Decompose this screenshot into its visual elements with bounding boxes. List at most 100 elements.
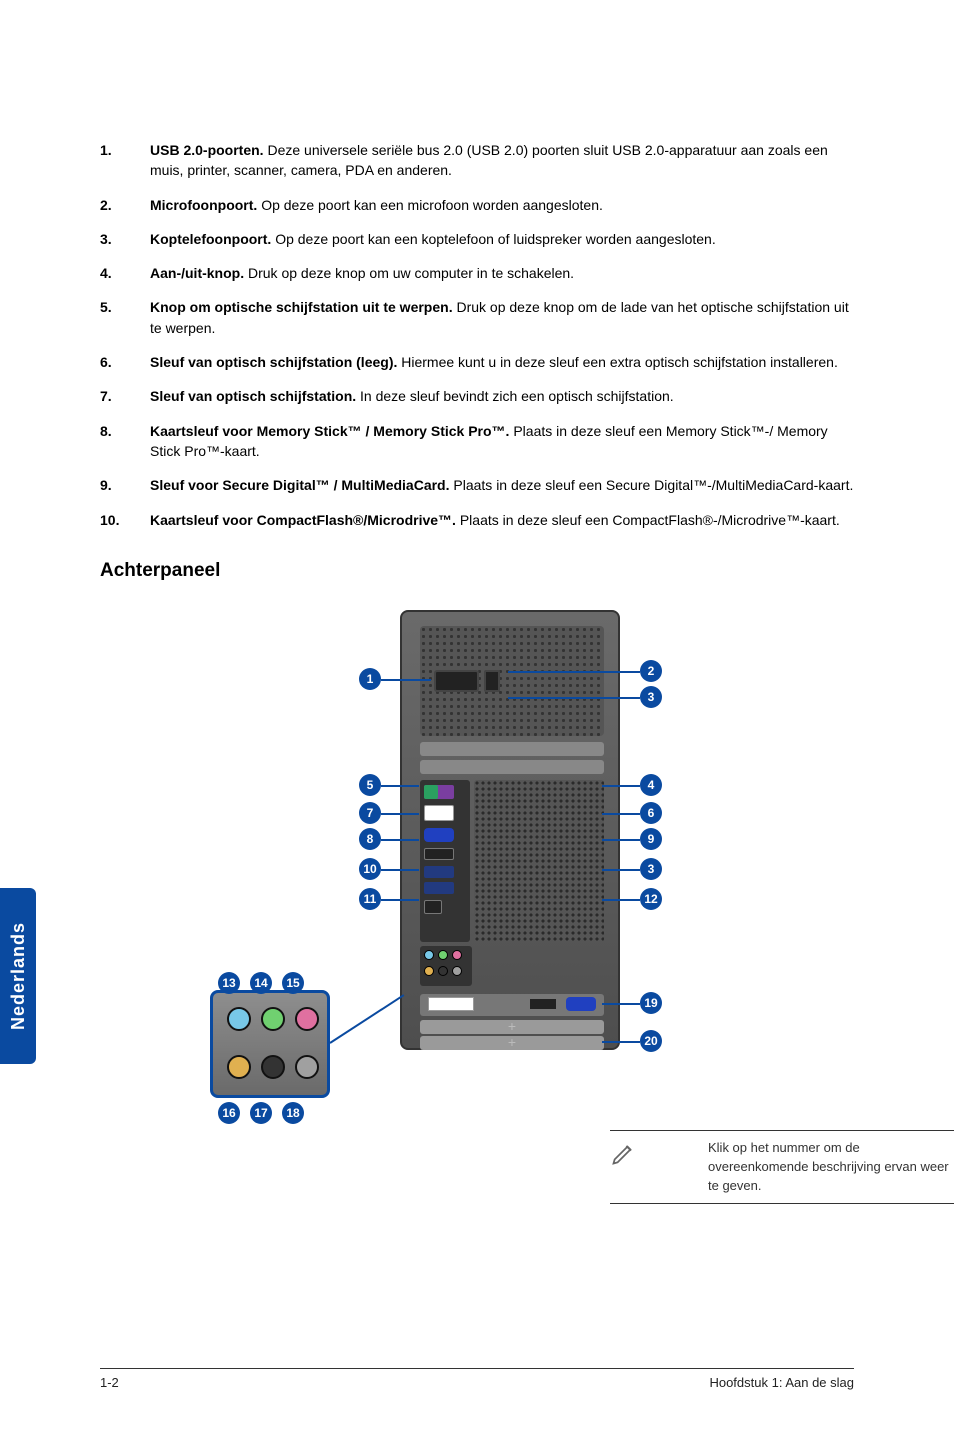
audio-jack-icon bbox=[438, 950, 448, 960]
page-footer: 1-2 Hoofdstuk 1: Aan de slag bbox=[0, 1368, 954, 1390]
feature-text: Knop om optische schijfstation uit te we… bbox=[150, 297, 854, 338]
feature-text: Kaartsleuf voor Memory Stick™ / Memory S… bbox=[150, 421, 854, 462]
feature-item: 2.Microfoonpoort. Op deze poort kan een … bbox=[100, 195, 854, 215]
feature-list: 1.USB 2.0-poorten. Deze universele serië… bbox=[100, 140, 854, 530]
callout-line bbox=[381, 785, 419, 787]
feature-item: 6.Sleuf van optisch schijfstation (leeg)… bbox=[100, 352, 854, 372]
callout-6[interactable]: 6 bbox=[640, 802, 662, 824]
feature-item: 3.Koptelefoonpoort. Op deze poort kan ee… bbox=[100, 229, 854, 249]
callout-11[interactable]: 11 bbox=[359, 888, 381, 910]
callout-line bbox=[602, 899, 640, 901]
feature-text: Kaartsleuf voor CompactFlash®/Microdrive… bbox=[150, 510, 854, 530]
feature-num: 2. bbox=[100, 195, 150, 215]
audio-jack-icon bbox=[261, 1055, 285, 1079]
callout-line bbox=[602, 785, 640, 787]
callout-line bbox=[602, 839, 640, 841]
dvi-port-icon bbox=[428, 997, 474, 1011]
feature-item: 1.USB 2.0-poorten. Deze universele serië… bbox=[100, 140, 854, 181]
chapter-label: Hoofdstuk 1: Aan de slag bbox=[709, 1375, 854, 1390]
note-text: Klik op het nummer om de overeenkomende … bbox=[708, 1139, 954, 1196]
callout-15[interactable]: 15 bbox=[282, 972, 304, 994]
feature-text: Sleuf voor Secure Digital™ / MultiMediaC… bbox=[150, 475, 854, 495]
dvi-port-icon bbox=[424, 805, 454, 821]
hdmi-port-icon bbox=[530, 999, 556, 1009]
vga-port-icon bbox=[424, 828, 454, 842]
callout-19[interactable]: 19 bbox=[640, 992, 662, 1014]
callout-1[interactable]: 1 bbox=[359, 668, 381, 690]
callout-line bbox=[602, 813, 640, 815]
callout-20[interactable]: 20 bbox=[640, 1030, 662, 1052]
rear-panel-diagram: 1 5 7 8 10 11 2 3 4 6 9 3 12 19 20 13 14… bbox=[100, 610, 854, 1110]
page-number: 1-2 bbox=[100, 1375, 119, 1390]
feature-text: Sleuf van optisch schijfstation. In deze… bbox=[150, 386, 854, 406]
audio-jack-icon bbox=[438, 966, 448, 976]
feature-text: USB 2.0-poorten. Deze universele seriële… bbox=[150, 140, 854, 181]
feature-text: Koptelefoonpoort. Op deze poort kan een … bbox=[150, 229, 854, 249]
callout-18[interactable]: 18 bbox=[282, 1102, 304, 1124]
callout-3[interactable]: 3 bbox=[640, 858, 662, 880]
callout-12[interactable]: 12 bbox=[640, 888, 662, 910]
callout-10[interactable]: 10 bbox=[359, 858, 381, 880]
audio-jack-icon bbox=[295, 1007, 319, 1031]
power-connector-icon bbox=[434, 670, 479, 692]
callout-line bbox=[381, 899, 419, 901]
audio-jack-icon bbox=[452, 966, 462, 976]
feature-text: Sleuf van optisch schijfstation (leeg). … bbox=[150, 352, 854, 372]
feature-num: 7. bbox=[100, 386, 150, 406]
callout-4[interactable]: 4 bbox=[640, 774, 662, 796]
callout-3[interactable]: 3 bbox=[640, 686, 662, 708]
lan-port-icon bbox=[424, 900, 442, 914]
feature-item: 8.Kaartsleuf voor Memory Stick™ / Memory… bbox=[100, 421, 854, 462]
feature-num: 8. bbox=[100, 421, 150, 462]
feature-num: 9. bbox=[100, 475, 150, 495]
tower-illustration bbox=[400, 610, 620, 1050]
feature-text: Microfoonpoort. Op deze poort kan een mi… bbox=[150, 195, 854, 215]
expansion-card-row bbox=[420, 994, 604, 1016]
callout-line bbox=[508, 671, 640, 673]
callout-8[interactable]: 8 bbox=[359, 828, 381, 850]
vent-strip bbox=[420, 742, 604, 756]
info-note: Klik op het nummer om de overeenkomende … bbox=[610, 1130, 954, 1205]
callout-line bbox=[602, 869, 640, 871]
audio-jack-zoom bbox=[210, 990, 330, 1098]
feature-num: 1. bbox=[100, 140, 150, 181]
feature-item: 5.Knop om optische schijfstation uit te … bbox=[100, 297, 854, 338]
feature-num: 6. bbox=[100, 352, 150, 372]
feature-item: 7.Sleuf van optisch schijfstation. In de… bbox=[100, 386, 854, 406]
callout-line bbox=[381, 839, 419, 841]
callout-5[interactable]: 5 bbox=[359, 774, 381, 796]
audio-jack-icon bbox=[295, 1055, 319, 1079]
callout-line bbox=[602, 1041, 640, 1043]
callout-17[interactable]: 17 bbox=[250, 1102, 272, 1124]
audio-jack-icon bbox=[424, 950, 434, 960]
callout-7[interactable]: 7 bbox=[359, 802, 381, 824]
feature-num: 3. bbox=[100, 229, 150, 249]
language-label: Nederlands bbox=[8, 922, 29, 1030]
pencil-icon bbox=[610, 1139, 638, 1167]
hdmi-port-icon bbox=[424, 848, 454, 860]
callout-16[interactable]: 16 bbox=[218, 1102, 240, 1124]
callout-13[interactable]: 13 bbox=[218, 972, 240, 994]
callout-9[interactable]: 9 bbox=[640, 828, 662, 850]
feature-num: 10. bbox=[100, 510, 150, 530]
audio-jack-icon bbox=[261, 1007, 285, 1031]
audio-jack-icon bbox=[452, 950, 462, 960]
language-tab: Nederlands bbox=[0, 888, 36, 1064]
usb-port-icon bbox=[424, 882, 454, 894]
feature-item: 10.Kaartsleuf voor CompactFlash®/Microdr… bbox=[100, 510, 854, 530]
zoom-leader-line bbox=[329, 994, 404, 1044]
feature-num: 4. bbox=[100, 263, 150, 283]
callout-2[interactable]: 2 bbox=[640, 660, 662, 682]
feature-item: 4.Aan-/uit-knop. Druk op deze knop om uw… bbox=[100, 263, 854, 283]
feature-item: 9.Sleuf voor Secure Digital™ / MultiMedi… bbox=[100, 475, 854, 495]
expansion-slot bbox=[420, 1036, 604, 1050]
expansion-slot bbox=[420, 1020, 604, 1034]
ps2-port-icon bbox=[424, 785, 438, 799]
page-content: 1.USB 2.0-poorten. Deze universele serië… bbox=[0, 0, 954, 1110]
feature-text: Aan-/uit-knop. Druk op deze knop om uw c… bbox=[150, 263, 854, 283]
audio-jack-icon bbox=[227, 1055, 251, 1079]
callout-14[interactable]: 14 bbox=[250, 972, 272, 994]
callout-line bbox=[381, 869, 419, 871]
callout-line bbox=[508, 697, 640, 699]
callout-line bbox=[381, 679, 431, 681]
